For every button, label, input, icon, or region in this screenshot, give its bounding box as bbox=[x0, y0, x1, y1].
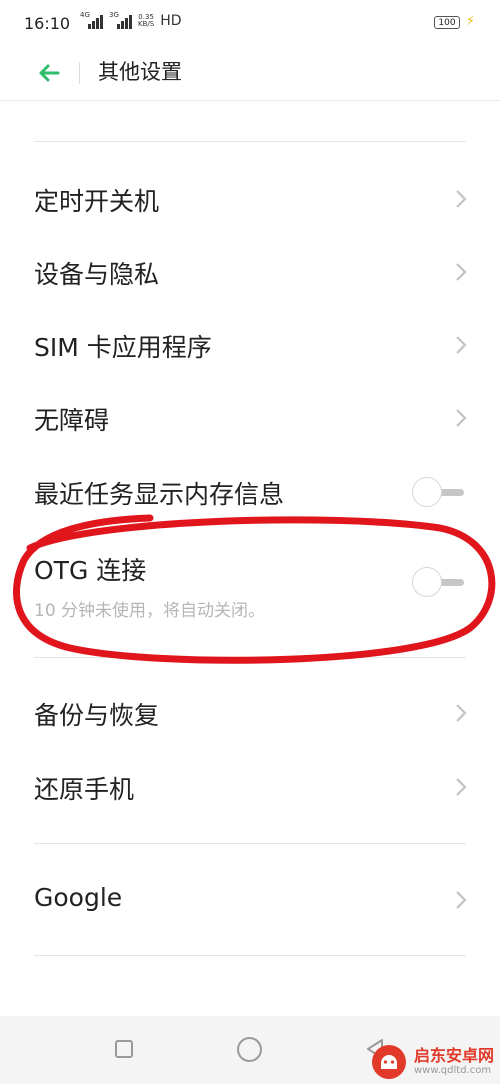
watermark: 启东安卓网 www.qdltd.com bbox=[370, 1040, 500, 1084]
setting-label: Google bbox=[34, 883, 123, 912]
otg-toggle[interactable] bbox=[412, 567, 468, 599]
page-title: 其他设置 bbox=[98, 60, 182, 84]
setting-label: 备份与恢复 bbox=[34, 701, 160, 730]
chevron-right-icon bbox=[456, 704, 467, 722]
chevron-right-icon bbox=[456, 778, 467, 796]
recent-memory-toggle[interactable] bbox=[412, 477, 468, 509]
setting-label: OTG 连接 bbox=[34, 556, 147, 585]
setting-sim-apps[interactable]: SIM 卡应用程序 bbox=[0, 310, 500, 382]
status-time: 16:10 bbox=[24, 14, 71, 33]
setting-otg: OTG 连接 10 分钟未使用，将自动关闭。 bbox=[0, 531, 500, 631]
section-divider bbox=[34, 141, 466, 142]
header-divider bbox=[79, 62, 80, 84]
section-divider bbox=[34, 657, 466, 658]
chevron-right-icon bbox=[456, 336, 467, 354]
setting-label: 设备与隐私 bbox=[34, 260, 160, 289]
setting-label: SIM 卡应用程序 bbox=[34, 333, 212, 362]
watermark-title: 启东安卓网 bbox=[414, 1046, 495, 1065]
status-bar: 16:10 4G 3G 0.35 KB/S HD 100 ⚡ bbox=[0, 0, 500, 48]
setting-subtitle: 10 分钟未使用，将自动关闭。 bbox=[34, 601, 266, 621]
section-divider bbox=[34, 955, 466, 956]
setting-label: 定时开关机 bbox=[34, 187, 160, 216]
signal-3g-icon: 3G bbox=[109, 11, 132, 29]
setting-label: 无障碍 bbox=[34, 406, 110, 435]
watermark-url: www.qdltd.com bbox=[414, 1065, 492, 1076]
app-header: 其他设置 bbox=[0, 48, 500, 101]
setting-reset-phone[interactable]: 还原手机 bbox=[0, 752, 500, 824]
chevron-right-icon bbox=[456, 263, 467, 281]
setting-google[interactable]: Google bbox=[0, 865, 500, 937]
setting-label: 还原手机 bbox=[34, 775, 135, 804]
chevron-right-icon bbox=[456, 190, 467, 208]
setting-scheduled-power[interactable]: 定时开关机 bbox=[0, 164, 500, 236]
chevron-right-icon bbox=[456, 409, 467, 427]
section-divider bbox=[34, 843, 466, 844]
setting-label: 最近任务显示内存信息 bbox=[34, 480, 285, 509]
hd-voice-icon: HD bbox=[160, 13, 182, 29]
charging-icon: ⚡ bbox=[466, 14, 476, 29]
network-speed: 0.35 KB/S bbox=[138, 13, 155, 28]
home-button[interactable] bbox=[237, 1037, 262, 1062]
setting-recent-memory: 最近任务显示内存信息 bbox=[0, 457, 500, 529]
chevron-right-icon bbox=[456, 891, 467, 909]
setting-accessibility[interactable]: 无障碍 bbox=[0, 383, 500, 455]
status-icons: 4G 3G 0.35 KB/S HD bbox=[80, 11, 182, 29]
back-arrow-icon[interactable] bbox=[34, 58, 64, 88]
recents-button[interactable] bbox=[115, 1040, 133, 1058]
battery-icon: 100 bbox=[434, 16, 460, 29]
watermark-logo-icon bbox=[372, 1045, 406, 1079]
setting-backup-restore[interactable]: 备份与恢复 bbox=[0, 678, 500, 750]
setting-device-privacy[interactable]: 设备与隐私 bbox=[0, 237, 500, 309]
signal-4g-icon: 4G bbox=[80, 11, 103, 29]
